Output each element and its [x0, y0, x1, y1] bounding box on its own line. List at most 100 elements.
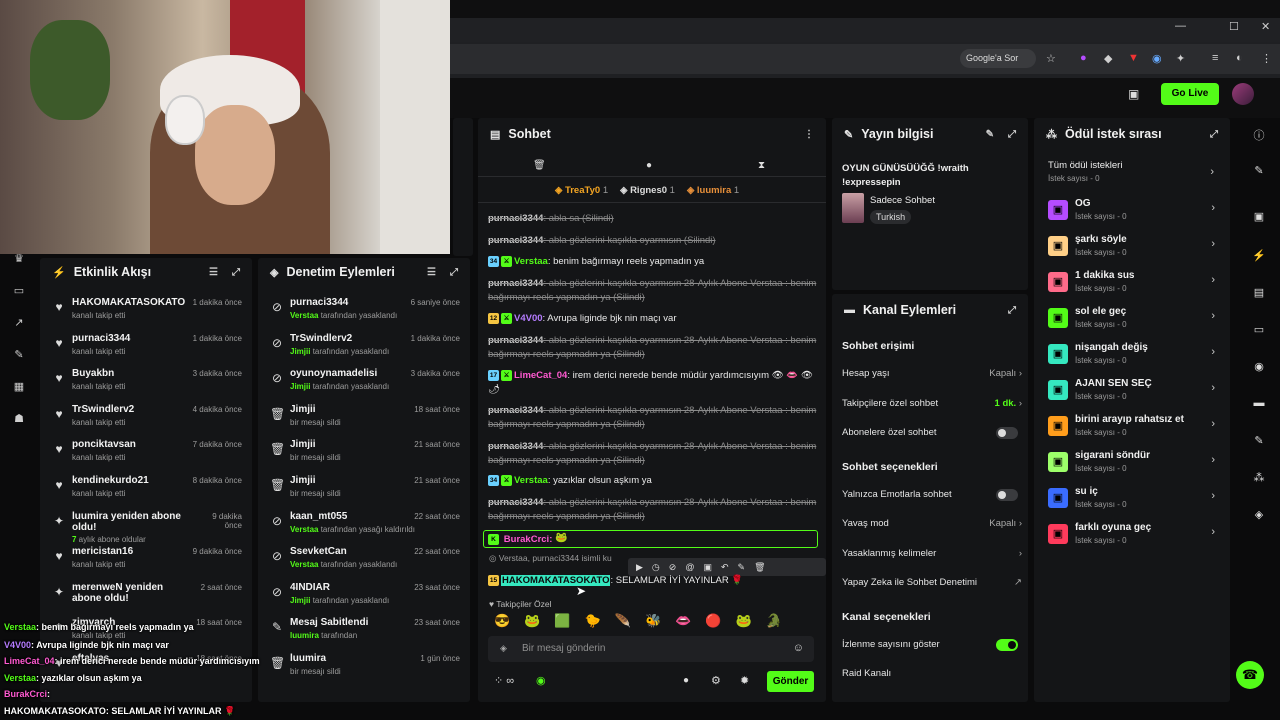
gifter[interactable]: ◈ TreaTy0 1 [555, 185, 608, 196]
chevron-right-icon[interactable]: › [1211, 310, 1215, 322]
activity-user[interactable]: purnaci3344 [72, 333, 130, 344]
extension-icon[interactable]: ● [1080, 52, 1087, 64]
moderation-item[interactable]: 🗑 Jimjii bir mesajı sildi 18 saat önce [258, 401, 470, 437]
mention-icon[interactable]: @ [685, 562, 694, 572]
moderation-item[interactable]: 🗑 luumira bir mesajı sildi 1 gün önce [258, 650, 470, 686]
maximize-icon[interactable]: ☐ [1229, 20, 1239, 33]
emote-icon[interactable]: 🟩 [554, 613, 570, 629]
speech-icon[interactable]: ● [646, 160, 652, 171]
emotes-only-toggle[interactable] [996, 489, 1018, 501]
moderation-item[interactable]: ⊘ 4INDIAR Jimjii tarafından yasaklandı 23 s… [258, 579, 470, 615]
activity-user[interactable]: ponciktavsan [72, 439, 136, 450]
expand-icon[interactable]: ⤢ [1210, 129, 1218, 140]
extension-icon[interactable]: ▼ [1128, 52, 1139, 64]
ai-moderation-row[interactable]: Yapay Zeka ile Sohbet Denetimi ↗ [842, 577, 1022, 588]
emote-icon[interactable]: 🐝 [645, 613, 661, 629]
support-icon[interactable]: ☎ [1236, 661, 1264, 689]
activity-user[interactable]: luumira yeniden abone oldu! [72, 511, 192, 533]
edit-icon[interactable]: ✎ [1250, 164, 1268, 182]
chat-username[interactable]: Verstaa [514, 475, 548, 486]
google-ask-button[interactable]: Google'a Sor [960, 49, 1036, 68]
emote-icon[interactable]: 👄 [675, 613, 691, 629]
timeout-icon[interactable]: ◷ [652, 562, 660, 573]
playlist-icon[interactable]: ≡ [1212, 52, 1218, 64]
theater-icon[interactable]: ▣ [1250, 210, 1268, 228]
bookmark-star-icon[interactable]: ☆ [1046, 52, 1056, 65]
reward-item[interactable]: ▣ OG İstek sayısı - 0 › [1046, 196, 1221, 226]
all-rewards-row[interactable]: Tüm ödül istekleri İstek sayısı - 0 › [1048, 160, 1220, 186]
wrench-icon[interactable]: ✎ [1250, 434, 1268, 452]
chevron-right-icon[interactable]: › [1211, 346, 1215, 358]
kebab-menu-icon[interactable]: ⋮ [804, 129, 814, 140]
subscribers-only-toggle[interactable] [996, 427, 1018, 439]
pin-icon[interactable]: ✎ [738, 562, 746, 573]
badge-icon[interactable]: ✹ [740, 674, 749, 687]
chat-username[interactable]: purnaci3344 [488, 235, 543, 246]
chat-username[interactable]: HAKOMAKATASOKATO [501, 575, 611, 586]
wrench-icon[interactable]: ✎ [11, 348, 27, 364]
chat-username[interactable]: purnaci3344 [488, 497, 543, 508]
moderation-item[interactable]: ⊘ kaan_mt055 Verstaa tarafından yasağı kal… [258, 508, 470, 544]
lightning-icon[interactable]: ⚡ [1250, 249, 1268, 267]
chevron-right-icon[interactable]: › [1211, 238, 1215, 250]
moderation-item[interactable]: ⊘ TrSwindlerv2 Jimjii tarafından yasakland… [258, 330, 470, 366]
chat-username[interactable]: V4V00 [514, 313, 543, 324]
chat-bubble-icon[interactable]: ● [683, 675, 689, 686]
users-icon[interactable]: ⁘ ∞ [494, 674, 514, 687]
moderation-target[interactable]: oyunoynamadelisi [290, 368, 377, 379]
chat-username[interactable]: purnaci3344 [488, 335, 543, 346]
chevron-right-icon[interactable]: › [1211, 526, 1215, 538]
record-icon[interactable]: ◉ [1250, 360, 1268, 378]
reward-item[interactable]: ▣ AJANI SEN SEÇ İstek sayısı - 0 › [1046, 376, 1221, 406]
activity-item[interactable]: ♥ kendinekurdo21 kanalı takip etti 8 dakika… [40, 472, 252, 508]
activity-item[interactable]: ♥ Buyakbn kanalı takip etti 3 dakika önce [40, 365, 252, 401]
profile-icon[interactable]: ◐ [1236, 52, 1243, 64]
activity-user[interactable]: kendinekurdo21 [72, 475, 149, 486]
go-live-button[interactable]: Go Live [1161, 83, 1219, 105]
expand-icon[interactable]: ⤢ [1008, 305, 1016, 316]
moderation-target[interactable]: luumira [290, 653, 326, 664]
emote-icon[interactable]: 🐤 [585, 613, 601, 629]
expand-icon[interactable]: ⤢ [450, 267, 458, 278]
moderation-target[interactable]: Jimjii [290, 404, 316, 415]
play-icon[interactable]: ▶ [636, 562, 643, 573]
moderation-item[interactable]: ✎ Mesaj Sabitlendi luumira tarafından 23 sa… [258, 614, 470, 650]
followers-only-row[interactable]: Takipçilere özel sohbet 1 dk. › [842, 398, 1022, 409]
banned-words-row[interactable]: Yasaklanmış kelimeler › [842, 548, 1022, 559]
chat-username[interactable]: BurakCrci: [504, 534, 553, 545]
chat-username[interactable]: Verstaa [514, 256, 548, 267]
analytics-icon[interactable]: ↗ [11, 316, 27, 332]
activity-user[interactable]: TrSwindlerv2 [72, 404, 134, 415]
undo-icon[interactable]: ↶ [721, 562, 729, 573]
community-icon[interactable]: ▦ [11, 380, 27, 396]
chat-username[interactable]: purnaci3344 [488, 278, 543, 289]
gifter[interactable]: ◈ luumira 1 [687, 185, 739, 196]
trash-icon[interactable]: 🗑 [533, 160, 546, 171]
activity-item[interactable]: ♥ purnaci3344 kanalı takip etti 1 dakika ön… [40, 330, 252, 366]
activity-user[interactable]: merenweN yeniden abone oldu! [72, 582, 192, 604]
moderation-target[interactable]: Jimjii [290, 439, 316, 450]
avatar[interactable] [1232, 83, 1254, 105]
chat-username[interactable]: LimeCat_04 [514, 370, 567, 381]
reward-item[interactable]: ▣ farklı oyuna geç İstek sayısı - 0 › [1046, 520, 1221, 550]
moderation-target[interactable]: Mesaj Sabitlendi [290, 617, 368, 628]
chat-icon[interactable]: ▭ [1250, 323, 1268, 341]
activity-item[interactable]: ♥ HAKOMAKATASOKATO kanalı takip etti 1 daki… [40, 294, 252, 330]
channel-icon[interactable]: ▬ [1250, 397, 1268, 415]
moderation-target[interactable]: Jimjii [290, 475, 316, 486]
chat-username[interactable]: purnaci3344 [488, 441, 543, 452]
close-icon[interactable]: ✕ [1261, 20, 1270, 33]
activity-item[interactable]: ♥ TrSwindlerv2 kanalı takip etti 4 dakika ö… [40, 401, 252, 437]
pinned-message[interactable]: K BurakCrci: 🐸 [483, 530, 818, 548]
chat-username[interactable]: purnaci3344 [488, 213, 543, 224]
emote-icon[interactable]: 😎 [494, 613, 510, 629]
gifter[interactable]: ◈ Rignes0 1 [620, 185, 675, 196]
activity-user[interactable]: mericistan16 [72, 546, 133, 557]
chevron-right-icon[interactable]: › [1211, 202, 1215, 214]
emoji-icon[interactable]: ☺ [793, 642, 804, 654]
emote-icon[interactable]: 🪶 [615, 613, 631, 629]
chevron-right-icon[interactable]: › [1211, 382, 1215, 394]
moderation-target[interactable]: SsevketCan [290, 546, 347, 557]
reward-item[interactable]: ▣ sigarani söndür İstek sayısı - 0 › [1046, 448, 1221, 478]
reward-item[interactable]: ▣ birini arayıp rahatsız et İstek sayısı -… [1046, 412, 1221, 442]
